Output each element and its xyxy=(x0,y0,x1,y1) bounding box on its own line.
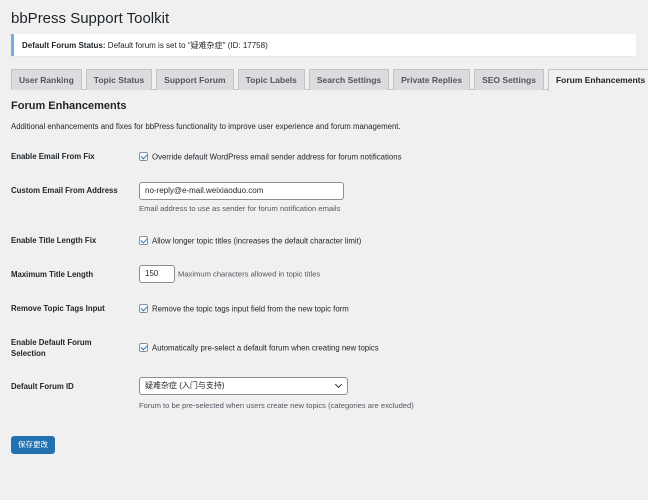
remove-tags-text: Remove the topic tags input field from t… xyxy=(152,304,349,314)
default-forum-selected-value: 疑难杂症 (入门与支持) xyxy=(145,381,225,390)
default-forum-selection-checkbox[interactable] xyxy=(139,343,148,353)
custom-email-field: no-reply@e-mail.weixiaoduo.com Email add… xyxy=(139,182,344,213)
title-fix-field: Allow longer topic titles (increases the… xyxy=(139,235,362,246)
custom-email-input[interactable]: no-reply@e-mail.weixiaoduo.com xyxy=(139,182,344,200)
tab-user-ranking[interactable]: User Ranking xyxy=(11,69,82,90)
settings-page: bbPress Support Toolkit Default Forum St… xyxy=(0,0,648,500)
custom-email-help: Email address to use as sender for forum… xyxy=(139,204,341,213)
section-title: Forum Enhancements xyxy=(11,100,127,112)
tab-support-forum[interactable]: Support Forum xyxy=(156,69,234,90)
max-title-help: Maximum characters allowed in topic titl… xyxy=(178,269,321,279)
tab-seo-settings[interactable]: SEO Settings xyxy=(474,69,544,90)
setting-label: Enable Default Forum Selection xyxy=(11,338,92,358)
setting-label: Enable Title Length Fix xyxy=(11,236,97,245)
setting-label: Enable Email From Fix xyxy=(11,152,95,161)
notice-label: Default Forum Status: xyxy=(22,41,106,50)
email-fix-text: Override default WordPress email sender … xyxy=(152,152,402,162)
notice-text: Default forum is set to "疑难杂症" (ID: 1775… xyxy=(107,41,268,50)
section-description: Additional enhancements and fixes for bb… xyxy=(11,122,401,131)
max-title-field: 150 Maximum characters allowed in topic t… xyxy=(139,265,320,283)
tab-search-settings[interactable]: Search Settings xyxy=(308,69,390,90)
tab-private-replies[interactable]: Private Replies xyxy=(393,69,471,90)
default-forum-selection-field: Automatically pre-select a default forum… xyxy=(139,342,379,353)
email-fix-field: Override default WordPress email sender … xyxy=(139,151,402,162)
remove-tags-checkbox[interactable] xyxy=(139,304,148,314)
default-forum-id-field: 疑难杂症 (入门与支持) Forum to be pre-selected wh… xyxy=(139,377,414,410)
tab-topic-labels[interactable]: Topic Labels xyxy=(237,69,305,90)
save-button[interactable]: 保存更改 xyxy=(11,436,55,454)
setting-label: Default Forum ID xyxy=(11,382,74,391)
setting-label: Custom Email From Address xyxy=(11,186,118,195)
status-notice: Default Forum Status: Default forum is s… xyxy=(11,34,636,56)
max-title-input[interactable]: 150 xyxy=(139,265,175,283)
default-forum-select[interactable]: 疑难杂症 (入门与支持) xyxy=(139,377,348,395)
remove-tags-field: Remove the topic tags input field from t… xyxy=(139,303,349,314)
setting-label: Remove Topic Tags Input xyxy=(11,304,105,313)
title-fix-checkbox[interactable] xyxy=(139,236,148,246)
tab-forum-enhancements[interactable]: Forum Enhancements xyxy=(547,69,648,91)
title-fix-text: Allow longer topic titles (increases the… xyxy=(152,236,362,246)
email-fix-checkbox[interactable] xyxy=(139,152,148,162)
default-forum-selection-text: Automatically pre-select a default forum… xyxy=(152,343,379,353)
default-forum-help: Forum to be pre-selected when users crea… xyxy=(139,401,414,410)
tab-topic-status[interactable]: Topic Status xyxy=(85,69,153,90)
tab-bar: User Ranking Topic Status Support Forum … xyxy=(11,69,648,91)
chevron-down-icon xyxy=(334,380,343,389)
setting-label: Maximum Title Length xyxy=(11,270,94,279)
page-title: bbPress Support Toolkit xyxy=(11,10,170,27)
